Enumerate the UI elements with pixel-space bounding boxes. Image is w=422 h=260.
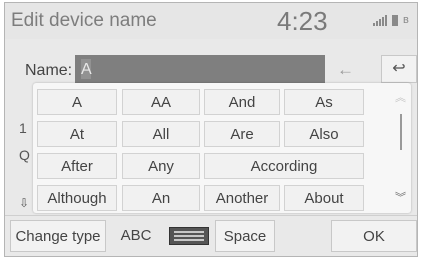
signal-bars-icon [373, 14, 387, 26]
abc-button[interactable]: ABC [113, 220, 159, 252]
backspace-icon[interactable]: ← [337, 60, 354, 80]
suggestion-word[interactable]: An [122, 185, 200, 211]
status-icons: ʙ [373, 14, 409, 26]
edit-device-name-screen: Edit device name 4:23 ʙ Name: A ← ↩ 1 Q … [4, 2, 418, 257]
back-button[interactable]: ↩ [381, 55, 417, 83]
keyboard-icon[interactable] [169, 227, 209, 245]
name-input-value: A [81, 61, 92, 78]
suggestion-word[interactable]: At [37, 121, 117, 147]
suggestion-word[interactable]: About [284, 185, 364, 211]
name-input[interactable]: A [75, 55, 325, 83]
scrollbar-thumb[interactable] [400, 114, 402, 150]
header-bar: Edit device name 4:23 ʙ [5, 3, 417, 39]
battery-icon [392, 15, 398, 26]
suggestion-word[interactable]: A [37, 89, 117, 115]
suggestion-word[interactable]: After [37, 153, 117, 179]
bottom-toolbar: Change type ABC Space OK [5, 215, 417, 256]
suggestion-word[interactable]: According [204, 153, 364, 179]
suggestion-popup: A AA And As At All Are Also After Any According Alt… [33, 83, 411, 213]
ok-button[interactable]: OK [331, 220, 417, 252]
screen-title: Edit device name [11, 10, 157, 31]
scroll-down-icon[interactable]: ︾ [395, 189, 406, 205]
suggestion-word[interactable]: Are [204, 121, 280, 147]
suggestion-word[interactable]: Another [204, 185, 280, 211]
clock: 4:23 [277, 6, 328, 36]
suggestion-word[interactable]: Any [122, 153, 200, 179]
suggestion-word[interactable]: AA [122, 89, 200, 115]
suggestion-word[interactable]: All [122, 121, 200, 147]
suggestion-word[interactable]: As [284, 89, 364, 115]
scroll-up-icon[interactable]: ︽ [395, 89, 406, 105]
name-label: Name: [25, 62, 73, 79]
change-type-button[interactable]: Change type [10, 220, 106, 252]
suggestion-word[interactable]: Although [37, 185, 117, 211]
space-button[interactable]: Space [215, 220, 275, 252]
suggestion-word[interactable]: And [204, 89, 280, 115]
bluetooth-icon: ʙ [403, 14, 409, 26]
suggestion-word[interactable]: Also [284, 121, 364, 147]
